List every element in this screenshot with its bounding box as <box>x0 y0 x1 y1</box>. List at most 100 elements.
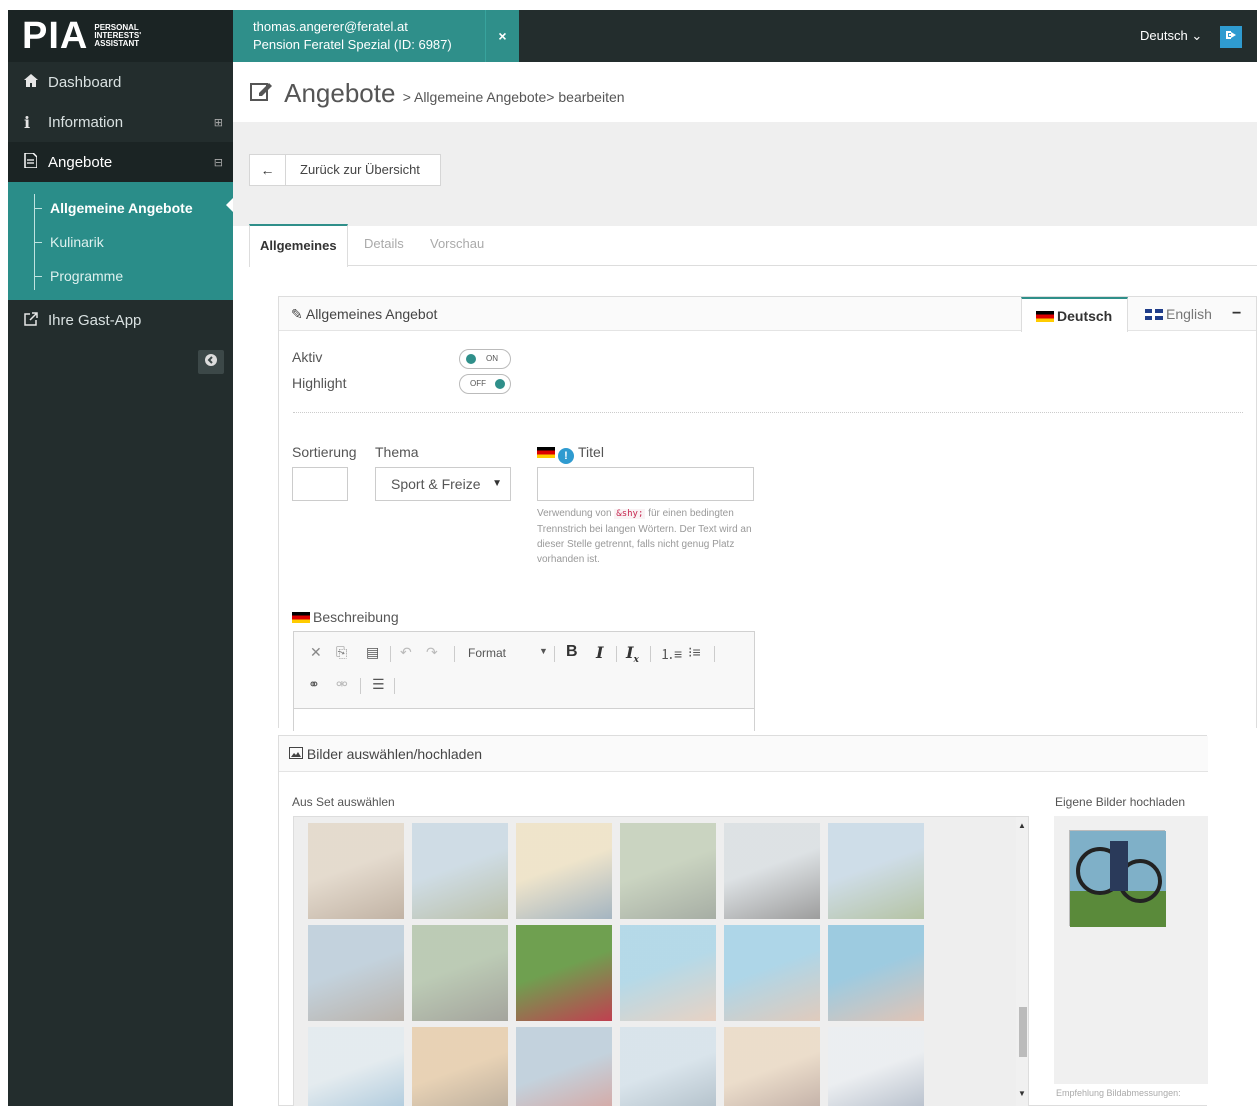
redo-icon[interactable]: ↷ <box>426 644 438 661</box>
submenu-item-programme[interactable]: Programme <box>8 259 233 293</box>
uploaded-image[interactable] <box>1069 830 1166 927</box>
undo-icon[interactable]: ↶ <box>400 644 412 661</box>
tab-details[interactable]: Details <box>364 224 404 266</box>
close-account-button[interactable]: × <box>485 10 519 62</box>
aktiv-toggle[interactable]: ON <box>459 349 511 369</box>
gallery-image-tennis[interactable] <box>308 823 404 919</box>
gallery-scrollbar[interactable]: ▲ ▼ <box>1016 817 1028 1106</box>
gallery-image-running-shoe[interactable] <box>620 823 716 919</box>
edit-icon <box>250 82 280 107</box>
toolbar-separator <box>554 646 555 662</box>
gallery-image-trail-running[interactable] <box>516 925 612 1021</box>
general-offer-panel: ✎ Allgemeines Angebot Deutsch English − … <box>278 296 1257 732</box>
toolbar-separator <box>390 646 391 662</box>
toggle-knob <box>466 354 476 364</box>
titel-input[interactable] <box>537 467 754 501</box>
description-editor[interactable]: ✕ ⎘ ▤ ↶ ↷ Format ▼ B I Ix ⒈≡ ⁝≡ ⚭ ⚮ ☰ <box>293 631 755 732</box>
toolbar-separator <box>360 678 361 694</box>
bulleted-list-icon[interactable]: ⁝≡ <box>688 644 701 661</box>
sidebar-item-angebote[interactable]: Angebote ⊟ <box>8 142 233 182</box>
images-panel: Bilder auswählen/hochladen Aus Set auswä… <box>278 735 1208 1106</box>
language-tab-english[interactable]: English <box>1145 297 1212 331</box>
gallery-image-splash[interactable] <box>308 1027 404 1106</box>
titel-label: ! Titel <box>537 444 604 464</box>
scroll-down-icon[interactable]: ▼ <box>1018 1089 1026 1098</box>
images-panel-header: Bilder auswählen/hochladen <box>279 736 1208 772</box>
sidebar-item-gast-app[interactable]: Ihre Gast-App <box>8 300 233 340</box>
editor-text-area[interactable] <box>294 708 754 732</box>
minimize-panel-button[interactable]: − <box>1232 297 1241 331</box>
tab-bar: Allgemeines Details Vorschau <box>249 224 1257 267</box>
bold-icon[interactable]: B <box>566 643 578 661</box>
divider <box>293 412 1243 413</box>
image-size-hint: Empfehlung Bildabmessungen: <box>1056 1088 1181 1098</box>
gallery-image-swimmer[interactable] <box>828 925 924 1021</box>
thema-select[interactable]: Sport & Freize ▼ <box>375 467 511 501</box>
collapse-icon[interactable]: ⊟ <box>214 156 223 169</box>
german-flag-icon <box>537 447 555 458</box>
toolbar-separator <box>616 646 617 662</box>
cut-icon[interactable]: ✕ <box>310 644 322 661</box>
titel-label-text: Titel <box>578 444 604 460</box>
pia-logo[interactable]: PIA PERSONAL INTERESTS' ASSISTANT <box>8 10 233 62</box>
info-icon: ! <box>558 448 574 464</box>
gallery-image-hikers[interactable] <box>412 823 508 919</box>
images-panel-title-text: Bilder auswählen/hochladen <box>306 746 483 762</box>
toolbar-separator <box>454 646 455 662</box>
submenu-item-kulinarik[interactable]: Kulinarik <box>8 225 233 259</box>
gallery-image-hiking-boots[interactable] <box>412 925 508 1021</box>
sidebar-item-information[interactable]: i Information ⊞ <box>8 102 233 142</box>
expand-icon[interactable]: ⊞ <box>214 116 223 129</box>
sidebar-item-label: Ihre Gast-App <box>48 311 142 329</box>
format-dropdown[interactable]: Format <box>468 646 506 660</box>
gallery-image-deckchair[interactable] <box>724 1027 820 1106</box>
collapse-sidebar-icon[interactable] <box>198 350 224 374</box>
italic-icon[interactable]: I <box>596 643 603 662</box>
logout-icon[interactable] <box>1220 26 1242 48</box>
breadcrumb: > Allgemeine Angebote> bearbeiten <box>402 89 625 105</box>
remove-format-icon[interactable]: Ix <box>626 643 639 665</box>
link-icon[interactable]: ⚭ <box>308 676 320 693</box>
gallery-image-mountain-lake[interactable] <box>828 823 924 919</box>
page-title-text: Angebote <box>284 78 396 108</box>
sidebar-item-dashboard[interactable]: Dashboard <box>8 62 233 102</box>
highlight-toggle[interactable]: OFF <box>459 374 511 394</box>
toolbar-separator <box>394 678 395 694</box>
sortierung-input[interactable] <box>292 467 348 501</box>
gallery-image-rafting[interactable] <box>516 1027 612 1106</box>
gallery-image-rock-boots[interactable] <box>308 925 404 1021</box>
language-tab-label: English <box>1166 306 1212 322</box>
gallery-image-pool-family[interactable] <box>620 925 716 1021</box>
gallery-image-lake-person[interactable] <box>620 1027 716 1106</box>
gallery-image-pool-yoga[interactable] <box>724 925 820 1021</box>
scroll-up-icon[interactable]: ▲ <box>1018 821 1026 830</box>
paste-icon[interactable]: ▤ <box>366 644 379 661</box>
gallery-image-pier[interactable] <box>412 1027 508 1106</box>
language-tab-deutsch[interactable]: Deutsch <box>1021 297 1128 332</box>
german-flag-icon <box>292 612 310 623</box>
aktiv-label: Aktiv <box>292 349 323 365</box>
upload-area[interactable] <box>1054 816 1208 1084</box>
scrollbar-thumb[interactable] <box>1019 1007 1027 1057</box>
horizontal-rule-icon[interactable]: ☰ <box>372 676 385 693</box>
image-gallery[interactable]: ▲ ▼ <box>293 816 1029 1106</box>
tab-allgemeines[interactable]: Allgemeines <box>249 224 348 267</box>
numbered-list-icon[interactable]: ⒈≡ <box>660 644 682 664</box>
submenu-item-allgemeine-angebote[interactable]: Allgemeine Angebote <box>8 191 233 225</box>
language-select[interactable]: Deutsch ⌄ <box>1140 28 1202 44</box>
account-info[interactable]: thomas.angerer@feratel.at Pension Ferate… <box>233 10 485 62</box>
toggle-state-label: OFF <box>470 379 486 388</box>
copy-icon[interactable]: ⎘ <box>336 644 347 661</box>
panel-title: ✎ Allgemeines Angebot <box>291 306 437 323</box>
back-to-overview-button[interactable]: ← Zurück zur Übersicht <box>249 154 441 186</box>
gallery-image-snow-mountain[interactable] <box>828 1027 924 1106</box>
gallery-image-walkers[interactable] <box>724 823 820 919</box>
logo-text: PIA <box>22 14 89 57</box>
unlink-icon[interactable]: ⚮ <box>336 676 348 693</box>
toggle-state-label: ON <box>486 354 498 363</box>
info-icon: i <box>24 112 31 132</box>
thema-selected-value: Sport & Freize <box>391 476 481 492</box>
home-icon <box>24 74 48 90</box>
gallery-image-sunset-path[interactable] <box>516 823 612 919</box>
tab-vorschau[interactable]: Vorschau <box>430 224 484 266</box>
